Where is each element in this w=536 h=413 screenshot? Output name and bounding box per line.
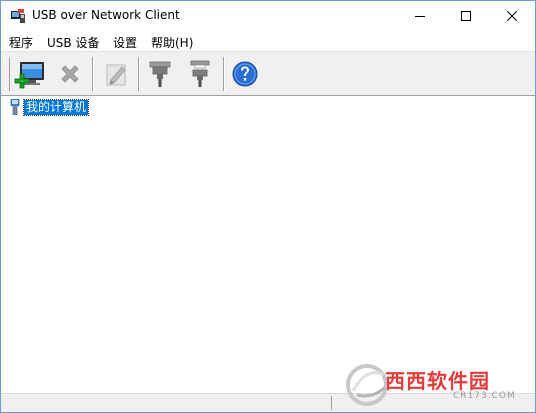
close-button[interactable]	[489, 1, 535, 31]
close-icon	[507, 11, 517, 21]
device-tree[interactable]: 我的计算机	[3, 97, 533, 393]
connect-button[interactable]	[143, 56, 177, 92]
menu-help[interactable]: 帮助(H)	[151, 34, 193, 51]
edit-button[interactable]	[99, 56, 133, 92]
tree-node-my-computer[interactable]: 我的计算机	[9, 98, 90, 116]
usb-plug-icon	[149, 61, 171, 87]
window-title: USB over Network Client	[32, 8, 180, 22]
toolbar-separator	[138, 57, 140, 91]
menu-bar: 程序 USB 设备 设置 帮助(H)	[1, 31, 535, 51]
maximize-button[interactable]	[443, 1, 489, 31]
toolbar-separator	[223, 57, 225, 91]
app-window: USB over Network Client 程序 USB 设备 设置 帮助(…	[0, 0, 536, 413]
maximize-icon	[461, 11, 471, 21]
question-icon	[232, 61, 258, 87]
minimize-button[interactable]	[397, 1, 443, 31]
usb-unplug-icon	[190, 60, 210, 87]
remove-button[interactable]	[53, 56, 87, 92]
toolbar-separator	[92, 57, 94, 91]
help-button[interactable]	[228, 56, 262, 92]
minimize-icon	[415, 16, 425, 17]
watermark-text: 西西软件园	[385, 369, 490, 393]
disconnect-button[interactable]	[183, 56, 217, 92]
usb-network-app-icon	[11, 9, 25, 23]
pencil-icon	[106, 64, 126, 86]
tree-node-label: 我的计算机	[22, 98, 90, 116]
add-server-button[interactable]	[13, 56, 47, 92]
toolbar	[1, 51, 535, 96]
computer-node-icon	[10, 99, 20, 115]
menu-program[interactable]: 程序	[9, 34, 33, 51]
monitor-plus-icon	[14, 62, 44, 89]
watermark-site: CR173.COM	[453, 391, 516, 401]
x-icon	[61, 65, 79, 83]
menu-settings[interactable]: 设置	[113, 34, 137, 51]
title-bar[interactable]: USB over Network Client	[1, 1, 535, 31]
site-watermark: 西西软件园 CR173.COM	[343, 361, 523, 406]
toolbar-grip[interactable]	[5, 58, 10, 91]
menu-usb-devices[interactable]: USB 设备	[47, 34, 99, 51]
status-pane-divider	[331, 396, 332, 410]
